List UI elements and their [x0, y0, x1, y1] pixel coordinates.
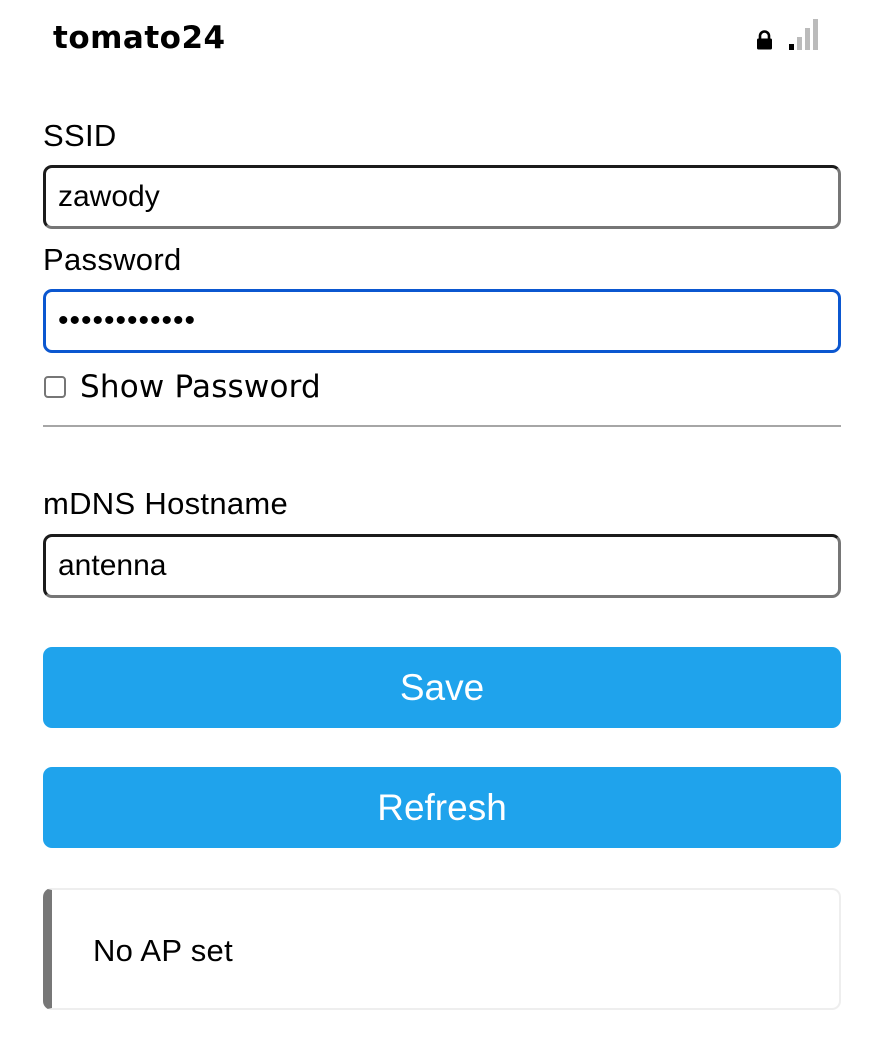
- ssid-label: SSID: [43, 118, 117, 153]
- password-label: Password: [43, 242, 182, 277]
- save-button[interactable]: Save: [43, 647, 841, 728]
- show-password-checkbox[interactable]: [44, 376, 66, 398]
- mdns-hostname-label: mDNS Hostname: [43, 486, 289, 521]
- refresh-button[interactable]: Refresh: [43, 767, 841, 848]
- status-message: No AP set: [93, 933, 233, 968]
- show-password-label: Show Password: [80, 369, 321, 405]
- lock-icon: [757, 30, 772, 50]
- mdns-hostname-input[interactable]: [43, 534, 841, 598]
- password-input[interactable]: [43, 289, 841, 353]
- status-message-box: No AP set: [43, 888, 841, 1010]
- show-password-row[interactable]: Show Password: [43, 368, 321, 406]
- network-ssid-name: tomato24: [53, 20, 226, 56]
- network-header[interactable]: tomato24: [43, 16, 840, 60]
- signal-strength-icon: [789, 19, 818, 50]
- ssid-input[interactable]: [43, 165, 841, 229]
- divider: [43, 425, 841, 427]
